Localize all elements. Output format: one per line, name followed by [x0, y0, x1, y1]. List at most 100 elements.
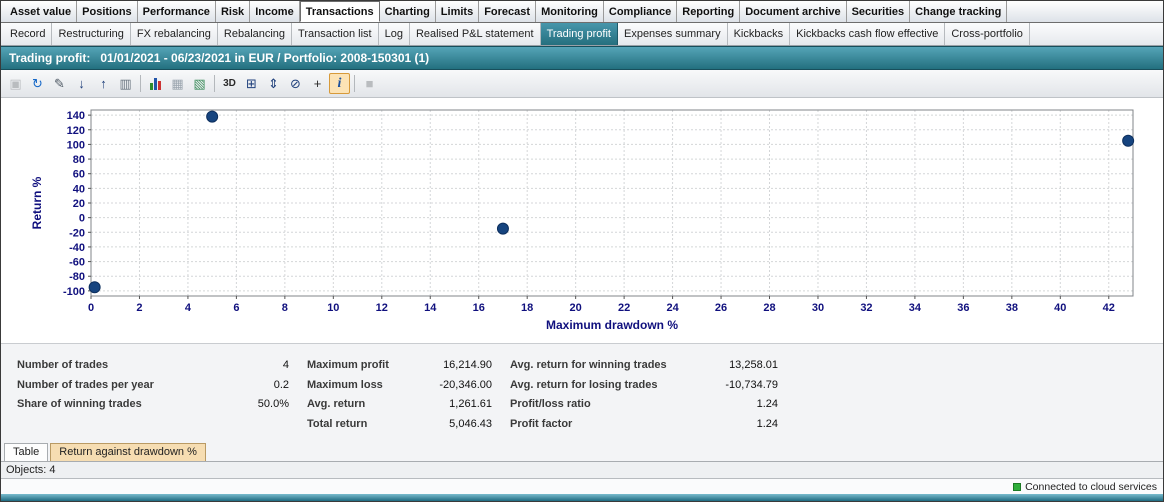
- x-tick-label: 2: [136, 302, 142, 314]
- subtab-record[interactable]: Record: [4, 23, 52, 45]
- x-tick-label: 26: [715, 302, 727, 314]
- chart-grid: [91, 110, 1133, 296]
- chart-toolbar: ▣↻✎↓↑▥ ▦▧ 3D⊞⇕⊘+i ■: [1, 70, 1163, 98]
- stat-label: Share of winning trades: [17, 395, 142, 415]
- y-tick-label: -60: [69, 257, 85, 269]
- view-tab-table[interactable]: Table: [4, 443, 48, 461]
- subtab-restructuring[interactable]: Restructuring: [52, 23, 130, 45]
- stat-label: Maximum profit: [307, 356, 389, 376]
- crosshair-icon[interactable]: +: [307, 73, 328, 94]
- view-tab-return-against-drawdown[interactable]: Return against drawdown %: [50, 443, 206, 461]
- menu-tab-monitoring[interactable]: Monitoring: [536, 1, 604, 22]
- sort-ascending-icon[interactable]: ↑: [93, 73, 114, 94]
- subtab-trading-profit[interactable]: Trading profit: [541, 23, 618, 45]
- menu-tab-reporting[interactable]: Reporting: [677, 1, 740, 22]
- x-tick-label: 18: [521, 302, 533, 314]
- transactions-subtabs: RecordRestructuringFX rebalancingRebalan…: [1, 23, 1163, 46]
- x-tick-label: 6: [233, 302, 239, 314]
- bar-chart-glyph: [150, 77, 161, 90]
- stat-value: 1,261.61: [449, 395, 492, 415]
- zoom-vertical-icon[interactable]: ⇕: [263, 73, 284, 94]
- menu-tab-change-tracking[interactable]: Change tracking: [910, 1, 1007, 22]
- x-tick-label: 28: [763, 302, 775, 314]
- menu-tab-compliance[interactable]: Compliance: [604, 1, 677, 22]
- menu-tab-securities[interactable]: Securities: [847, 1, 911, 22]
- zoom-out-icon[interactable]: ⊘: [285, 73, 306, 94]
- y-tick-label: -100: [63, 286, 85, 298]
- y-tick-label: -20: [69, 227, 85, 239]
- chart-remove-icon[interactable]: ▦: [167, 73, 188, 94]
- stat-total-return: Total return5,046.43: [307, 415, 492, 435]
- connection-statusbar: Connected to cloud services: [1, 479, 1163, 494]
- x-tick-label: 34: [909, 302, 922, 314]
- menu-tab-charting[interactable]: Charting: [380, 1, 436, 22]
- stat-profit-factor: Profit factor1.24: [510, 415, 778, 435]
- x-axis-label: Maximum drawdown %: [546, 318, 678, 332]
- subtab-log[interactable]: Log: [379, 23, 410, 45]
- refresh-icon[interactable]: ↻: [27, 73, 48, 94]
- subtab-cross-portfolio[interactable]: Cross-portfolio: [945, 23, 1030, 45]
- copy-icon[interactable]: ▣: [5, 73, 26, 94]
- menu-tab-performance[interactable]: Performance: [138, 1, 216, 22]
- menu-tab-transactions[interactable]: Transactions: [300, 1, 380, 22]
- x-tick-label: 10: [327, 302, 339, 314]
- data-point: [207, 111, 218, 122]
- x-tick-label: 42: [1103, 302, 1115, 314]
- sort-descending-icon[interactable]: ↓: [71, 73, 92, 94]
- connection-indicator-icon: [1013, 483, 1021, 491]
- y-tick-label: 40: [73, 183, 85, 195]
- statistics-icon[interactable]: ▥: [115, 73, 136, 94]
- chart-image-icon[interactable]: ▧: [189, 73, 210, 94]
- menu-tab-limits[interactable]: Limits: [436, 1, 479, 22]
- stat-label: Profit/loss ratio: [510, 395, 591, 415]
- stat-maximum-loss: Maximum loss-20,346.00: [307, 376, 492, 396]
- view-tabs: TableReturn against drawdown %: [1, 440, 1163, 462]
- toolbar-separator: [140, 75, 141, 92]
- stat-value: -10,734.79: [725, 376, 778, 396]
- info-icon[interactable]: i: [329, 73, 350, 94]
- stat-avg-return-for-winning-trades: Avg. return for winning trades13,258.01: [510, 356, 778, 376]
- objects-statusbar: Objects: 4: [1, 462, 1163, 479]
- subtab-kickbacks-cash-flow-effective[interactable]: Kickbacks cash flow effective: [790, 23, 945, 45]
- menu-tab-positions[interactable]: Positions: [77, 1, 138, 22]
- window-bottom-strip: [1, 494, 1163, 501]
- stats-column-2: Maximum profit 16,214.90Maximum loss-20,3…: [307, 356, 492, 440]
- x-axis-ticks: 024681012141618202224262830323436384042: [88, 296, 1115, 314]
- y-tick-label: -40: [69, 242, 85, 254]
- menu-tab-document-archive[interactable]: Document archive: [740, 1, 846, 22]
- menu-tab-income[interactable]: Income: [250, 1, 300, 22]
- filter-edit-icon[interactable]: ✎: [49, 73, 70, 94]
- y-axis-ticks: 140120100806040200-20-40-60-80-100: [63, 110, 91, 298]
- menu-tab-asset-value[interactable]: Asset value: [5, 1, 77, 22]
- connection-status-text: Connected to cloud services: [1025, 481, 1157, 493]
- stat-value: 4: [283, 356, 289, 376]
- stat-share-of-winning-trades: Share of winning trades50.0%: [17, 395, 289, 415]
- x-tick-label: 20: [570, 302, 582, 314]
- zoom-window-icon[interactable]: ⊞: [241, 73, 262, 94]
- stat-value: 16,214.90: [443, 356, 492, 376]
- stop-icon[interactable]: ■: [359, 73, 380, 94]
- data-point: [89, 282, 100, 293]
- subtab-realised-p-l-statement[interactable]: Realised P&L statement: [410, 23, 541, 45]
- 3d-view-icon[interactable]: 3D: [219, 73, 240, 94]
- bar-chart-icon[interactable]: [145, 73, 166, 94]
- subtab-kickbacks[interactable]: Kickbacks: [728, 23, 791, 45]
- y-tick-label: -80: [69, 271, 85, 283]
- toolbar-separator: [214, 75, 215, 92]
- subtab-fx-rebalancing[interactable]: FX rebalancing: [131, 23, 218, 45]
- statistics-panel: Number of trades4Number of trades per ye…: [1, 344, 1163, 440]
- menu-tab-risk[interactable]: Risk: [216, 1, 250, 22]
- y-tick-label: 140: [67, 110, 85, 122]
- subtab-expenses-summary[interactable]: Expenses summary: [618, 23, 728, 45]
- menu-tab-forecast[interactable]: Forecast: [479, 1, 536, 22]
- x-tick-label: 4: [185, 302, 192, 314]
- report-title: Trading profit: 01/01/2021 - 06/23/2021 …: [9, 51, 429, 65]
- stat-value: 1.24: [757, 415, 778, 435]
- subtab-rebalancing[interactable]: Rebalancing: [218, 23, 292, 45]
- x-tick-label: 40: [1054, 302, 1066, 314]
- subtab-transaction-list[interactable]: Transaction list: [292, 23, 379, 45]
- x-tick-label: 36: [957, 302, 969, 314]
- stat-maximum-profit: Maximum profit 16,214.90: [307, 356, 492, 376]
- stat-label: Maximum loss: [307, 376, 383, 396]
- stat-value: 0.2: [274, 376, 289, 396]
